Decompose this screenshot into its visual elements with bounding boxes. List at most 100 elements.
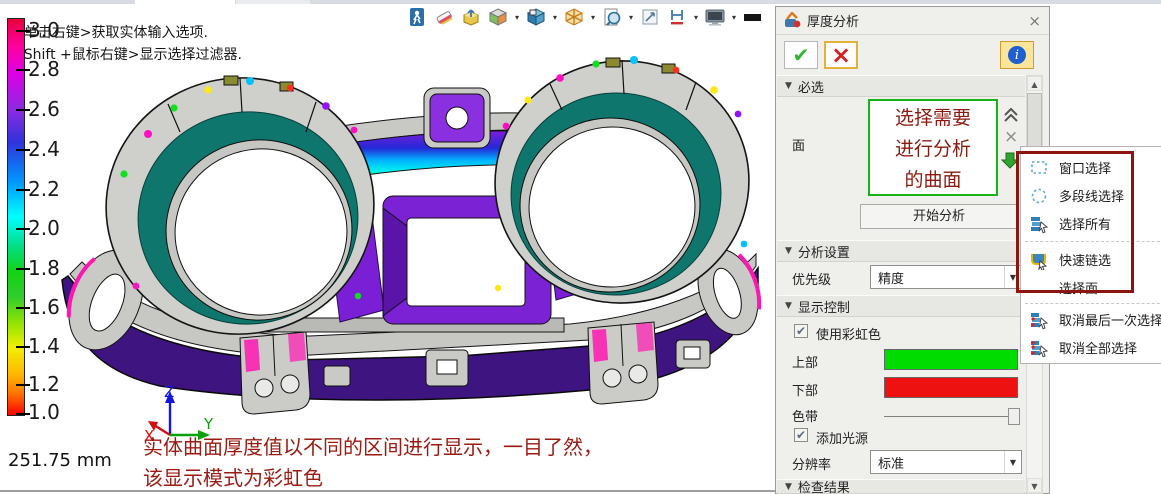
menu-item-select-face[interactable]: 选择面 bbox=[1021, 275, 1161, 300]
band-label: 色带 bbox=[792, 406, 818, 425]
menu-separator bbox=[1025, 303, 1161, 304]
face-annotation-box: 选择需要 进行分析 的曲面 bbox=[868, 99, 998, 196]
info-button[interactable]: i bbox=[1000, 41, 1034, 69]
chevron-down-icon[interactable]: ▾ bbox=[692, 13, 700, 22]
use-rainbow-label: 使用彩虹色 bbox=[816, 324, 881, 343]
annotation-note-line2: 该显示模式为彩虹色 bbox=[143, 462, 323, 491]
use-rainbow-checkbox[interactable]: ✔ bbox=[794, 324, 808, 338]
chevron-down-icon[interactable]: ▾ bbox=[513, 13, 521, 22]
scroll-up-icon[interactable]: ▲ bbox=[1027, 76, 1042, 91]
face-note-line: 的曲面 bbox=[870, 165, 996, 196]
menu-item-label: 快速链选 bbox=[1059, 250, 1111, 269]
menu-item-select-all[interactable]: 选择所有 bbox=[1021, 211, 1161, 236]
selection-context-menu: 窗口选择 多段线选择 选择所有 快速链选 选择面 bbox=[1020, 146, 1161, 364]
deselect-last-icon bbox=[1029, 310, 1049, 330]
thickness-analysis-dialog: 厚度分析 × ✔ × i ▼ 必选 面 选择需要 进行分析 的曲面 × bbox=[775, 6, 1050, 494]
chevron-down-icon[interactable]: ▾ bbox=[551, 13, 559, 22]
face-note-line: 进行分析 bbox=[870, 134, 996, 165]
clear-selection-icon[interactable]: × bbox=[1004, 127, 1018, 147]
priority-label: 优先级 bbox=[792, 269, 831, 288]
section-display-control[interactable]: ▼ 显示控制 bbox=[777, 295, 1025, 317]
ribbon-tab-remnant bbox=[135, 0, 235, 4]
black-dash-icon[interactable] bbox=[741, 5, 765, 29]
dialog-titlebar[interactable]: 厚度分析 × bbox=[776, 7, 1049, 35]
section-analysis-settings[interactable]: ▼ 分析设置 bbox=[777, 240, 1025, 262]
collapse-group-icon[interactable] bbox=[1002, 106, 1020, 124]
scroll-down-icon[interactable]: ▼ bbox=[1027, 478, 1042, 493]
menu-item-polyline-select[interactable]: 多段线选择 bbox=[1021, 183, 1161, 208]
colorbar-tick bbox=[16, 30, 30, 32]
display-monitor-icon[interactable] bbox=[703, 5, 727, 29]
section-collapse-icon: ▼ bbox=[785, 301, 792, 311]
face-note-line: 选择需要 bbox=[870, 103, 996, 134]
chevron-down-icon[interactable]: ▾ bbox=[627, 13, 635, 22]
section-collapse-icon: ▼ bbox=[785, 246, 792, 256]
eraser-icon[interactable] bbox=[432, 5, 456, 29]
cancel-button[interactable]: × bbox=[824, 41, 858, 69]
measure-distance-icon[interactable] bbox=[665, 5, 689, 29]
triad-z-label: Z bbox=[164, 385, 174, 401]
chevron-down-icon: ▼ bbox=[1004, 451, 1021, 473]
menu-item-deselect-all[interactable]: 取消全部选择 bbox=[1021, 335, 1161, 360]
menu-item-quick-chain-select[interactable]: 快速链选 bbox=[1021, 247, 1161, 272]
section-check-results[interactable]: ▼ 检查结果 bbox=[777, 479, 1025, 494]
section-required[interactable]: ▼ 必选 bbox=[777, 75, 1025, 97]
measurement-readout: 251.75 mm bbox=[8, 450, 112, 471]
section-display-control-label: 显示控制 bbox=[798, 297, 850, 316]
quick-chain-select-icon bbox=[1029, 250, 1049, 270]
application-window: ▾ ▾ ▾ ▾ ▾ ▾ <单击右键>获取实体输入选项. <Shift +鼠标右键… bbox=[0, 0, 1161, 494]
show-hide-icon[interactable] bbox=[459, 5, 483, 29]
select-all-icon bbox=[1029, 214, 1049, 234]
green-dropdown-arrow-icon[interactable] bbox=[1001, 151, 1020, 170]
close-icon[interactable]: × bbox=[1028, 12, 1041, 30]
lower-color-swatch[interactable] bbox=[884, 377, 1018, 398]
menu-item-label: 取消全部选择 bbox=[1059, 338, 1137, 357]
chevron-down-icon[interactable]: ▾ bbox=[730, 13, 738, 22]
blank-icon bbox=[1029, 278, 1049, 298]
ok-button[interactable]: ✔ bbox=[784, 41, 818, 69]
zoom-document-icon[interactable] bbox=[600, 5, 624, 29]
thickness-colorbar bbox=[7, 18, 25, 416]
color-cube-icon[interactable] bbox=[486, 5, 510, 29]
band-slider-track[interactable] bbox=[884, 416, 1020, 417]
upper-color-swatch[interactable] bbox=[884, 349, 1018, 370]
exit-icon[interactable] bbox=[405, 5, 429, 29]
section-collapse-icon: ▼ bbox=[785, 482, 792, 492]
band-slider-handle[interactable] bbox=[1008, 408, 1020, 425]
section-collapse-icon: ▼ bbox=[785, 81, 792, 91]
wireframe-cube-icon[interactable] bbox=[562, 5, 586, 29]
chevron-down-icon[interactable]: ▾ bbox=[589, 13, 597, 22]
edit-display-cube-icon[interactable] bbox=[524, 5, 548, 29]
resolution-label: 分辨率 bbox=[792, 454, 831, 473]
left-bracket bbox=[240, 332, 310, 414]
lower-label: 下部 bbox=[792, 380, 818, 399]
deselect-all-icon bbox=[1029, 338, 1049, 358]
menu-item-window-select[interactable]: 窗口选择 bbox=[1021, 155, 1161, 180]
start-analysis-button[interactable]: 开始分析 bbox=[860, 204, 1018, 229]
thickness-analysis-icon bbox=[784, 12, 801, 29]
menu-item-deselect-last[interactable]: 取消最后一次选择 bbox=[1021, 307, 1161, 332]
resolution-dropdown[interactable]: 标准 ▼ bbox=[870, 450, 1022, 474]
info-icon: i bbox=[1008, 46, 1026, 64]
polyline-select-icon bbox=[1029, 186, 1049, 206]
priority-dropdown[interactable]: 精度 ▼ bbox=[870, 265, 1022, 289]
section-required-label: 必选 bbox=[798, 77, 824, 96]
menu-separator bbox=[1025, 241, 1161, 242]
window-select-icon bbox=[1029, 158, 1049, 178]
model-top-tab bbox=[424, 88, 490, 148]
priority-value: 精度 bbox=[878, 268, 904, 287]
fit-view-icon[interactable] bbox=[638, 5, 662, 29]
face-label: 面 bbox=[792, 135, 805, 154]
section-check-results-label: 检查结果 bbox=[798, 477, 850, 494]
add-light-checkbox[interactable]: ✔ bbox=[794, 428, 808, 442]
add-light-label: 添加光源 bbox=[816, 428, 868, 447]
menu-item-label: 选择面 bbox=[1059, 278, 1098, 297]
upper-label: 上部 bbox=[792, 352, 818, 371]
menu-item-label: 选择所有 bbox=[1059, 214, 1111, 233]
chevron-down-icon: ▼ bbox=[1004, 266, 1021, 288]
start-analysis-label: 开始分析 bbox=[913, 209, 965, 224]
ribbon-tab-remnant-2 bbox=[236, 0, 310, 4]
menu-item-label: 取消最后一次选择 bbox=[1059, 310, 1161, 329]
resolution-value: 标准 bbox=[878, 453, 904, 472]
right-bracket bbox=[588, 322, 658, 404]
